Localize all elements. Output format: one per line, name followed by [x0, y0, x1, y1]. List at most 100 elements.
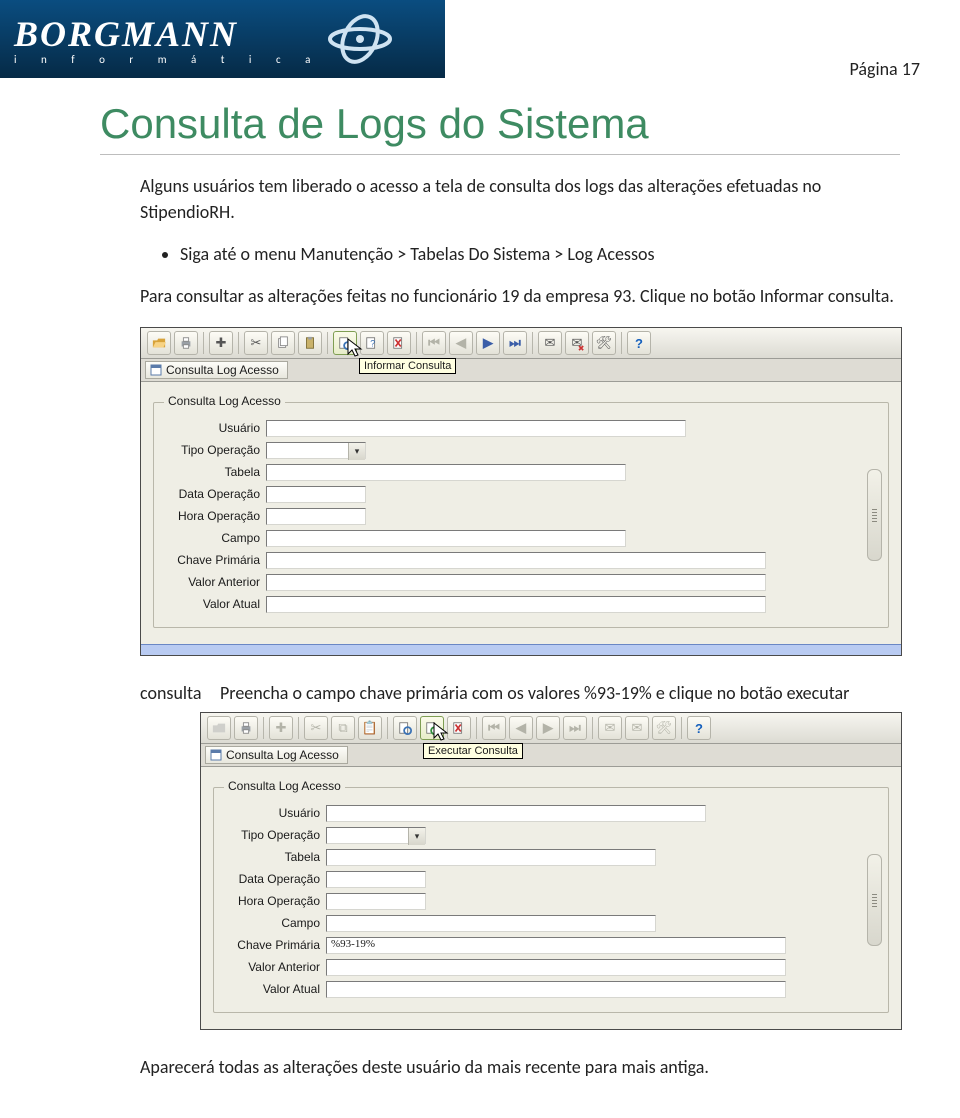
nav-next-icon[interactable]: ▶ — [536, 716, 560, 740]
nav-last-icon[interactable]: ⏭ — [563, 716, 587, 740]
app-screenshot-1: ✚ ✂ ? ⏮ ◀ ▶ ⏭ ✉ ✉✖ 🛠 ? Informar Consulta — [140, 327, 902, 656]
label-chave: Chave Primária — [224, 938, 326, 952]
input-usuario[interactable] — [326, 805, 706, 822]
label-tipo: Tipo Operação — [224, 828, 326, 842]
input-chave[interactable]: %93-19% — [326, 937, 786, 954]
input-tabela[interactable] — [326, 849, 656, 866]
label-tabela: Tabela — [164, 465, 266, 479]
query-inform-icon[interactable] — [393, 716, 417, 740]
window-tab[interactable]: Consulta Log Acesso — [145, 361, 288, 379]
brand-subtitle: i n f o r m á t i c a — [14, 53, 321, 66]
input-campo[interactable] — [326, 915, 656, 932]
print-icon[interactable] — [174, 331, 198, 355]
input-data[interactable] — [266, 486, 366, 503]
window-title: Consulta Log Acesso — [226, 748, 339, 762]
chevron-down-icon: ▾ — [408, 828, 425, 845]
label-hora: Hora Operação — [164, 509, 266, 523]
cursor-icon — [347, 338, 365, 360]
window-tab[interactable]: Consulta Log Acesso — [205, 746, 348, 764]
instruction-paragraph-1: Para consultar as alterações feitas no f… — [140, 283, 900, 309]
brand-orbit-icon — [325, 14, 395, 64]
copy-icon[interactable]: ⧉ — [331, 716, 355, 740]
paste-icon[interactable]: 📋 — [358, 716, 382, 740]
label-chave: Chave Primária — [164, 553, 266, 567]
label-valatu: Valor Atual — [164, 597, 266, 611]
bottom-strip — [141, 644, 901, 655]
brand-name: BORGMANN — [14, 13, 321, 55]
form-group: Consulta Log Acesso Usuário Tipo Operaçã… — [153, 402, 889, 628]
tool-icon[interactable]: 🛠 — [652, 716, 676, 740]
nav-prev-icon[interactable]: ◀ — [509, 716, 533, 740]
nav-prev-icon[interactable]: ◀ — [449, 331, 473, 355]
chevron-down-icon: ▾ — [348, 443, 365, 460]
form-group: Consulta Log Acesso Usuário Tipo Operaçã… — [213, 787, 889, 1013]
tooltip-executar: Executar Consulta — [423, 743, 523, 759]
cut-icon[interactable]: ✂ — [304, 716, 328, 740]
mail-icon[interactable]: ✉ — [538, 331, 562, 355]
window-title: Consulta Log Acesso — [166, 363, 279, 377]
nav-last-icon[interactable]: ⏭ — [503, 331, 527, 355]
cursor-icon — [433, 722, 451, 744]
label-valatu: Valor Atual — [224, 982, 326, 996]
open-icon[interactable] — [207, 716, 231, 740]
mail-icon[interactable]: ✉ — [598, 716, 622, 740]
input-valatu[interactable] — [326, 981, 786, 998]
tool-icon[interactable]: 🛠 — [592, 331, 616, 355]
label-hora: Hora Operação — [224, 894, 326, 908]
window-icon — [150, 364, 162, 376]
group-legend: Consulta Log Acesso — [164, 394, 285, 408]
mail-delete-icon[interactable]: ✉✖ — [565, 331, 589, 355]
page-title: Consulta de Logs do Sistema — [100, 100, 900, 155]
label-campo: Campo — [224, 916, 326, 930]
scroll-handle[interactable] — [867, 469, 882, 561]
input-chave[interactable] — [266, 552, 766, 569]
svg-text:?: ? — [370, 339, 375, 349]
nav-first-icon[interactable]: ⏮ — [482, 716, 506, 740]
input-hora[interactable] — [266, 508, 366, 525]
nav-next-icon[interactable]: ▶ — [476, 331, 500, 355]
help-icon[interactable]: ? — [627, 331, 651, 355]
label-data: Data Operação — [164, 487, 266, 501]
label-usuario: Usuário — [224, 806, 326, 820]
input-campo[interactable] — [266, 530, 626, 547]
scroll-handle[interactable] — [867, 854, 882, 946]
footer-paragraph: Aparecerá todas as alterações deste usuá… — [140, 1056, 900, 1078]
step-bullet: Siga até o menu Manutenção > Tabelas Do … — [180, 243, 920, 265]
print-icon[interactable] — [234, 716, 258, 740]
input-usuario[interactable] — [266, 420, 686, 437]
toolbar-2: ✚ ✂ ⧉ 📋 ⏮ ◀ ▶ ⏭ ✉ ✉ 🛠 ? Executar Consult… — [201, 713, 901, 744]
combo-tipo[interactable]: ▾ — [326, 827, 426, 844]
instruction-paragraph-2: Preencha o campo chave primária com os v… — [220, 682, 900, 704]
label-valant: Valor Anterior — [224, 960, 326, 974]
query-clear-icon[interactable] — [387, 331, 411, 355]
new-icon[interactable]: ✚ — [269, 716, 293, 740]
toolbar: ✚ ✂ ? ⏮ ◀ ▶ ⏭ ✉ ✉✖ 🛠 ? Informar Consulta — [141, 328, 901, 359]
mail-delete-icon[interactable]: ✉ — [625, 716, 649, 740]
input-tabela[interactable] — [266, 464, 626, 481]
new-icon[interactable]: ✚ — [209, 331, 233, 355]
tooltip-informar: Informar Consulta — [359, 358, 456, 374]
input-hora[interactable] — [326, 893, 426, 910]
label-campo: Campo — [164, 531, 266, 545]
label-tipo: Tipo Operação — [164, 443, 266, 457]
copy-icon[interactable] — [271, 331, 295, 355]
label-data: Data Operação — [224, 872, 326, 886]
input-valant[interactable] — [326, 959, 786, 976]
group-legend: Consulta Log Acesso — [224, 779, 345, 793]
input-valant[interactable] — [266, 574, 766, 591]
input-valatu[interactable] — [266, 596, 766, 613]
label-valant: Valor Anterior — [164, 575, 266, 589]
consulta-label: consulta — [140, 682, 220, 704]
combo-tipo[interactable]: ▾ — [266, 442, 366, 459]
nav-first-icon[interactable]: ⏮ — [422, 331, 446, 355]
input-data[interactable] — [326, 871, 426, 888]
open-icon[interactable] — [147, 331, 171, 355]
help-icon[interactable]: ? — [687, 716, 711, 740]
label-tabela: Tabela — [224, 850, 326, 864]
window-icon — [210, 749, 222, 761]
app-screenshot-2: ✚ ✂ ⧉ 📋 ⏮ ◀ ▶ ⏭ ✉ ✉ 🛠 ? Executar Consult… — [200, 712, 902, 1030]
cut-icon[interactable]: ✂ — [244, 331, 268, 355]
intro-paragraph: Alguns usuários tem liberado o acesso a … — [140, 173, 900, 225]
label-usuario: Usuário — [164, 421, 266, 435]
paste-icon[interactable] — [298, 331, 322, 355]
